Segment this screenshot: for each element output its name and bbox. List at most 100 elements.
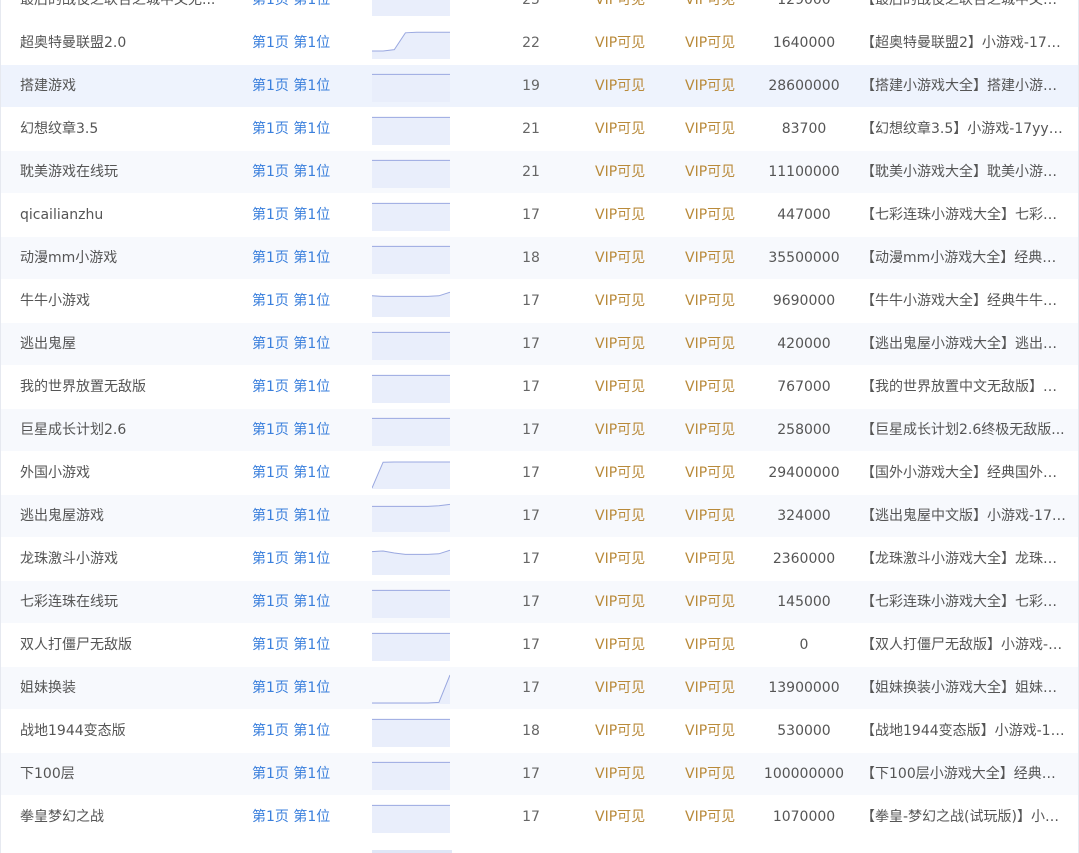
rank-link[interactable]: 第1页 第1位 xyxy=(252,538,342,581)
rank-link[interactable]: 第1页 第1位 xyxy=(252,624,342,667)
rank-link[interactable]: 第1页 第1位 xyxy=(252,65,342,108)
vip-link[interactable]: VIP可见 xyxy=(685,151,745,194)
rank-link[interactable]: 第1页 第1位 xyxy=(252,323,342,366)
index-cell: 767000 xyxy=(777,379,831,395)
rank-link[interactable]: 第1页 第1位 xyxy=(252,0,342,22)
vip-link[interactable]: VIP可见 xyxy=(685,0,745,22)
sparkline-area xyxy=(372,504,450,532)
vip-link[interactable]: VIP可见 xyxy=(595,538,655,581)
vip-link[interactable]: VIP可见 xyxy=(685,280,745,323)
vip-link[interactable]: VIP可见 xyxy=(595,237,655,280)
vip-link[interactable]: VIP可见 xyxy=(685,366,745,409)
sparkline-area xyxy=(372,805,450,833)
rank-link[interactable]: 第1页 第1位 xyxy=(252,194,342,237)
sparkline-area xyxy=(372,160,450,188)
rank-link[interactable]: 第1页 第1位 xyxy=(252,22,342,65)
rank-link[interactable]: 第1页 第1位 xyxy=(252,237,342,280)
sparkline-chart xyxy=(372,245,450,274)
sparkline-line xyxy=(372,291,450,297)
rank-link[interactable]: 第1页 第1位 xyxy=(252,753,342,796)
trend-sparkline xyxy=(372,452,452,495)
sparkline-area xyxy=(372,762,450,790)
trend-sparkline xyxy=(372,65,452,108)
vip-link[interactable]: VIP可见 xyxy=(685,409,745,452)
trend-sparkline xyxy=(372,495,452,538)
rank-link[interactable]: 第1页 第1位 xyxy=(252,667,342,710)
vip-link[interactable]: VIP可见 xyxy=(685,581,745,624)
sparkline-chart xyxy=(372,503,450,532)
rank-link[interactable]: 第1页 第1位 xyxy=(252,409,342,452)
vip-link[interactable]: VIP可见 xyxy=(685,538,745,581)
vip-link[interactable]: VIP可见 xyxy=(595,495,655,538)
length-cell: 17 xyxy=(522,422,540,438)
vip-link[interactable]: VIP可见 xyxy=(595,796,655,839)
vip-link[interactable]: VIP可见 xyxy=(595,65,655,108)
vip-link[interactable]: VIP可见 xyxy=(685,452,745,495)
vip-link[interactable]: VIP可见 xyxy=(685,108,745,151)
vip-link[interactable]: VIP可见 xyxy=(685,65,745,108)
rank-link[interactable]: 第1页 第1位 xyxy=(252,366,342,409)
vip-link[interactable]: VIP可见 xyxy=(595,108,655,151)
vip-link[interactable]: VIP可见 xyxy=(685,495,745,538)
vip-link[interactable]: VIP可见 xyxy=(595,22,655,65)
length-cell: 21 xyxy=(522,121,540,137)
trend-sparkline xyxy=(372,237,452,280)
vip-link[interactable]: VIP可见 xyxy=(685,667,745,710)
vip-link[interactable]: VIP可见 xyxy=(595,452,655,495)
vip-link[interactable]: VIP可见 xyxy=(685,710,745,753)
vip-link[interactable]: VIP可见 xyxy=(595,753,655,796)
table-row: 巨星成长计划2.6 第1页 第1位 17 VIP可见 VIP可见 258000 【巨星成长计… xyxy=(1,409,1078,452)
vip-link[interactable]: VIP可见 xyxy=(595,409,655,452)
rank-link[interactable]: 第1页 第1位 xyxy=(252,151,342,194)
vip-link[interactable]: VIP可见 xyxy=(595,0,655,22)
sparkline-chart xyxy=(372,202,450,231)
rank-link[interactable]: 第1页 第1位 xyxy=(252,581,342,624)
rank-link[interactable]: 第1页 第1位 xyxy=(252,495,342,538)
sparkline-area xyxy=(372,375,450,403)
rank-link[interactable]: 第1页 第1位 xyxy=(252,108,342,151)
table-row: 双人打僵尸无敌版 第1页 第1位 17 VIP可见 VIP可见 0 【双人打僵尸无敌版】小游… xyxy=(1,624,1078,667)
vip-link[interactable]: VIP可见 xyxy=(685,796,745,839)
keyword-cell: 七彩连珠在线玩 xyxy=(20,594,118,610)
vip-link[interactable]: VIP可见 xyxy=(685,22,745,65)
vip-link[interactable]: VIP可见 xyxy=(595,194,655,237)
vip-link[interactable]: VIP可见 xyxy=(685,237,745,280)
vip-link[interactable]: VIP可见 xyxy=(685,194,745,237)
sparkline-chart xyxy=(372,73,450,102)
vip-link[interactable]: VIP可见 xyxy=(595,667,655,710)
table-row: 战地1944变态版 第1页 第1位 18 VIP可见 VIP可见 530000 【战地194… xyxy=(1,710,1078,753)
rank-link[interactable]: 第1页 第1位 xyxy=(252,710,342,753)
vip-link[interactable]: VIP可见 xyxy=(595,624,655,667)
table-row: 拳皇梦幻之战 第1页 第1位 17 VIP可见 VIP可见 1070000 【拳皇-梦幻之战… xyxy=(1,796,1078,839)
vip-link[interactable]: VIP可见 xyxy=(685,753,745,796)
trend-sparkline xyxy=(372,22,452,65)
vip-link[interactable]: VIP可见 xyxy=(685,323,745,366)
title-cell: 【最后的战役之联合之城中文终... xyxy=(861,0,1066,8)
table-row: 超奥特曼联盟2.0 第1页 第1位 22 VIP可见 VIP可见 1640000 【超奥特曼… xyxy=(1,22,1078,65)
table-row: 最后的战役之联合之城中文无... 第1页 第1位 25 VIP可见 VIP可见 12900… xyxy=(1,0,1078,22)
vip-link[interactable]: VIP可见 xyxy=(595,581,655,624)
vip-link[interactable]: VIP可见 xyxy=(595,280,655,323)
table-row: 我的世界放置无敌版 第1页 第1位 17 VIP可见 VIP可见 767000 【我的世界放… xyxy=(1,366,1078,409)
vip-link[interactable]: VIP可见 xyxy=(595,323,655,366)
index-cell: 28600000 xyxy=(768,78,840,94)
vip-link[interactable]: VIP可见 xyxy=(595,151,655,194)
sparkline-chart xyxy=(372,632,450,661)
rank-link[interactable]: 第1页 第1位 xyxy=(252,280,342,323)
rank-link[interactable]: 第1页 第1位 xyxy=(252,796,342,839)
length-cell: 17 xyxy=(522,293,540,309)
trend-sparkline xyxy=(372,194,452,237)
trend-sparkline xyxy=(372,624,452,667)
sparkline-line xyxy=(372,503,450,507)
vip-link[interactable]: VIP可见 xyxy=(595,366,655,409)
length-cell: 18 xyxy=(522,723,540,739)
vip-link[interactable]: VIP可见 xyxy=(595,710,655,753)
title-cell: 【逃出鬼屋中文版】小游戏-17y... xyxy=(861,508,1066,524)
table-row: 外国小游戏 第1页 第1位 17 VIP可见 VIP可见 29400000 【国外小游戏大全… xyxy=(1,452,1078,495)
sparkline-chart xyxy=(372,291,450,317)
sparkline-chart xyxy=(372,374,450,403)
title-cell: 【龙珠激斗小游戏大全】龙珠激... xyxy=(861,551,1066,567)
sparkline-chart xyxy=(372,761,450,790)
rank-link[interactable]: 第1页 第1位 xyxy=(252,452,342,495)
vip-link[interactable]: VIP可见 xyxy=(685,624,745,667)
